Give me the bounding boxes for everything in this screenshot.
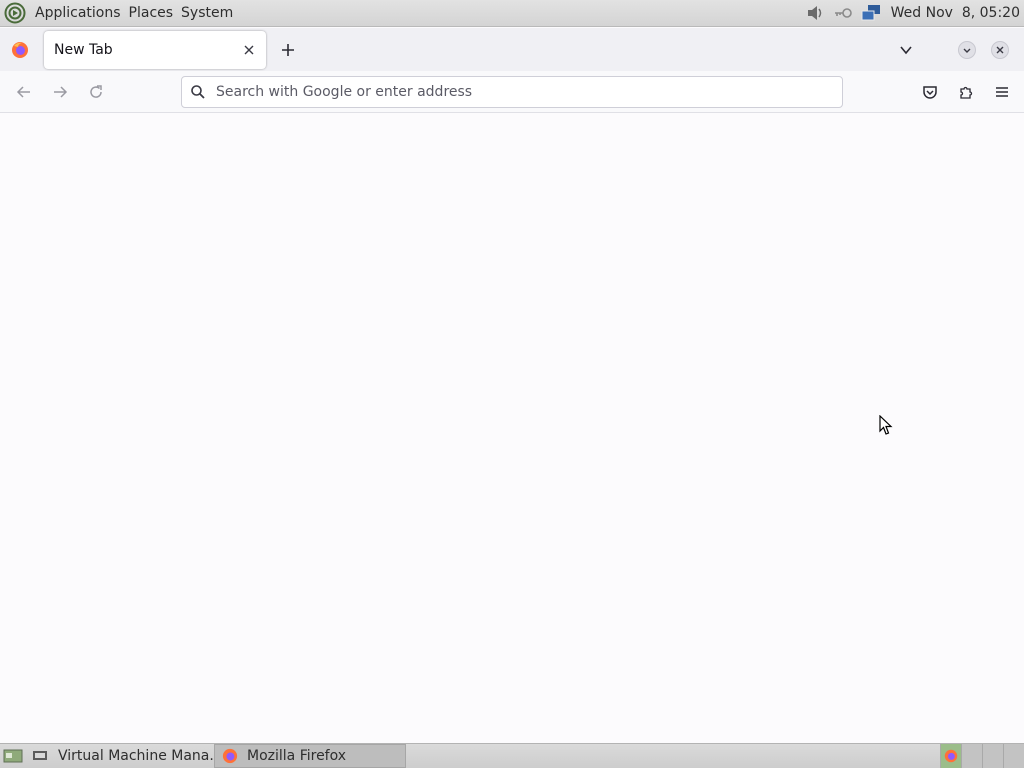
reload-icon — [90, 84, 102, 98]
navigation-toolbar — [0, 71, 1024, 113]
pocket-button[interactable] — [914, 76, 946, 108]
bottom-taskbar: Virtual Machine Mana... Mozilla Firefox — [0, 743, 1024, 768]
workspace-switcher — [940, 744, 1024, 768]
key-icon[interactable] — [832, 3, 854, 23]
close-window-button[interactable] — [991, 40, 1009, 59]
forward-button[interactable] — [44, 76, 76, 108]
taskbar-item-firefox[interactable]: Mozilla Firefox — [214, 744, 406, 768]
plus-icon — [282, 43, 294, 56]
list-all-tabs-button[interactable] — [890, 34, 922, 66]
firefox-icon — [221, 748, 239, 764]
taskbar-item-vm-manager[interactable]: Virtual Machine Mana... — [26, 744, 214, 768]
window-controls — [890, 34, 1024, 66]
tab-new-tab[interactable]: New Tab — [44, 30, 266, 69]
new-tab-button[interactable] — [272, 34, 304, 66]
reload-button[interactable] — [80, 76, 112, 108]
pocket-icon — [923, 86, 937, 99]
close-tab-icon[interactable] — [237, 38, 261, 62]
show-desktop-button[interactable] — [0, 744, 26, 768]
url-input[interactable] — [214, 83, 814, 101]
tab-label: New Tab — [54, 41, 113, 58]
volume-icon[interactable] — [804, 3, 826, 23]
taskbar-item-label: Virtual Machine Mana... — [58, 748, 214, 764]
extensions-button[interactable] — [950, 76, 982, 108]
workspace-1[interactable] — [940, 744, 961, 768]
mouse-cursor-icon — [879, 415, 893, 435]
distro-logo-icon[interactable] — [4, 2, 26, 24]
menu-applications[interactable]: Applications — [31, 5, 125, 21]
minimize-icon — [963, 48, 971, 53]
firefox-icon — [944, 749, 958, 763]
system-tray: Wed Nov 8, 05:20 — [801, 0, 1024, 26]
top-panel: Applications Places System Wed Nov 8, 05… — [0, 0, 1024, 27]
network-icon[interactable] — [860, 3, 882, 23]
search-icon — [191, 85, 205, 99]
hamburger-menu-icon — [996, 87, 1008, 97]
workspace-4[interactable] — [1003, 744, 1024, 768]
close-icon — [996, 46, 1004, 53]
tab-strip: New Tab — [0, 28, 1024, 71]
workspace-3[interactable] — [982, 744, 1003, 768]
workspace-2[interactable] — [961, 744, 982, 768]
chevron-down-icon — [900, 45, 912, 54]
page-content[interactable] — [0, 113, 1024, 743]
firefox-view-icon[interactable] — [2, 32, 38, 68]
puzzle-icon — [960, 86, 973, 99]
vm-manager-icon — [32, 748, 50, 764]
toolbar-actions — [910, 76, 1018, 108]
arrow-left-icon — [16, 85, 30, 98]
clock[interactable]: Wed Nov 8, 05:20 — [885, 5, 1024, 21]
arrow-right-icon — [54, 85, 68, 98]
menu-places[interactable]: Places — [125, 5, 178, 21]
desktop-icon — [3, 749, 23, 763]
minimize-button[interactable] — [958, 40, 976, 59]
back-button[interactable] — [8, 76, 40, 108]
url-bar[interactable] — [181, 76, 843, 108]
menu-system[interactable]: System — [177, 5, 237, 21]
app-menu-button[interactable] — [986, 76, 1018, 108]
taskbar-item-label: Mozilla Firefox — [247, 748, 347, 764]
